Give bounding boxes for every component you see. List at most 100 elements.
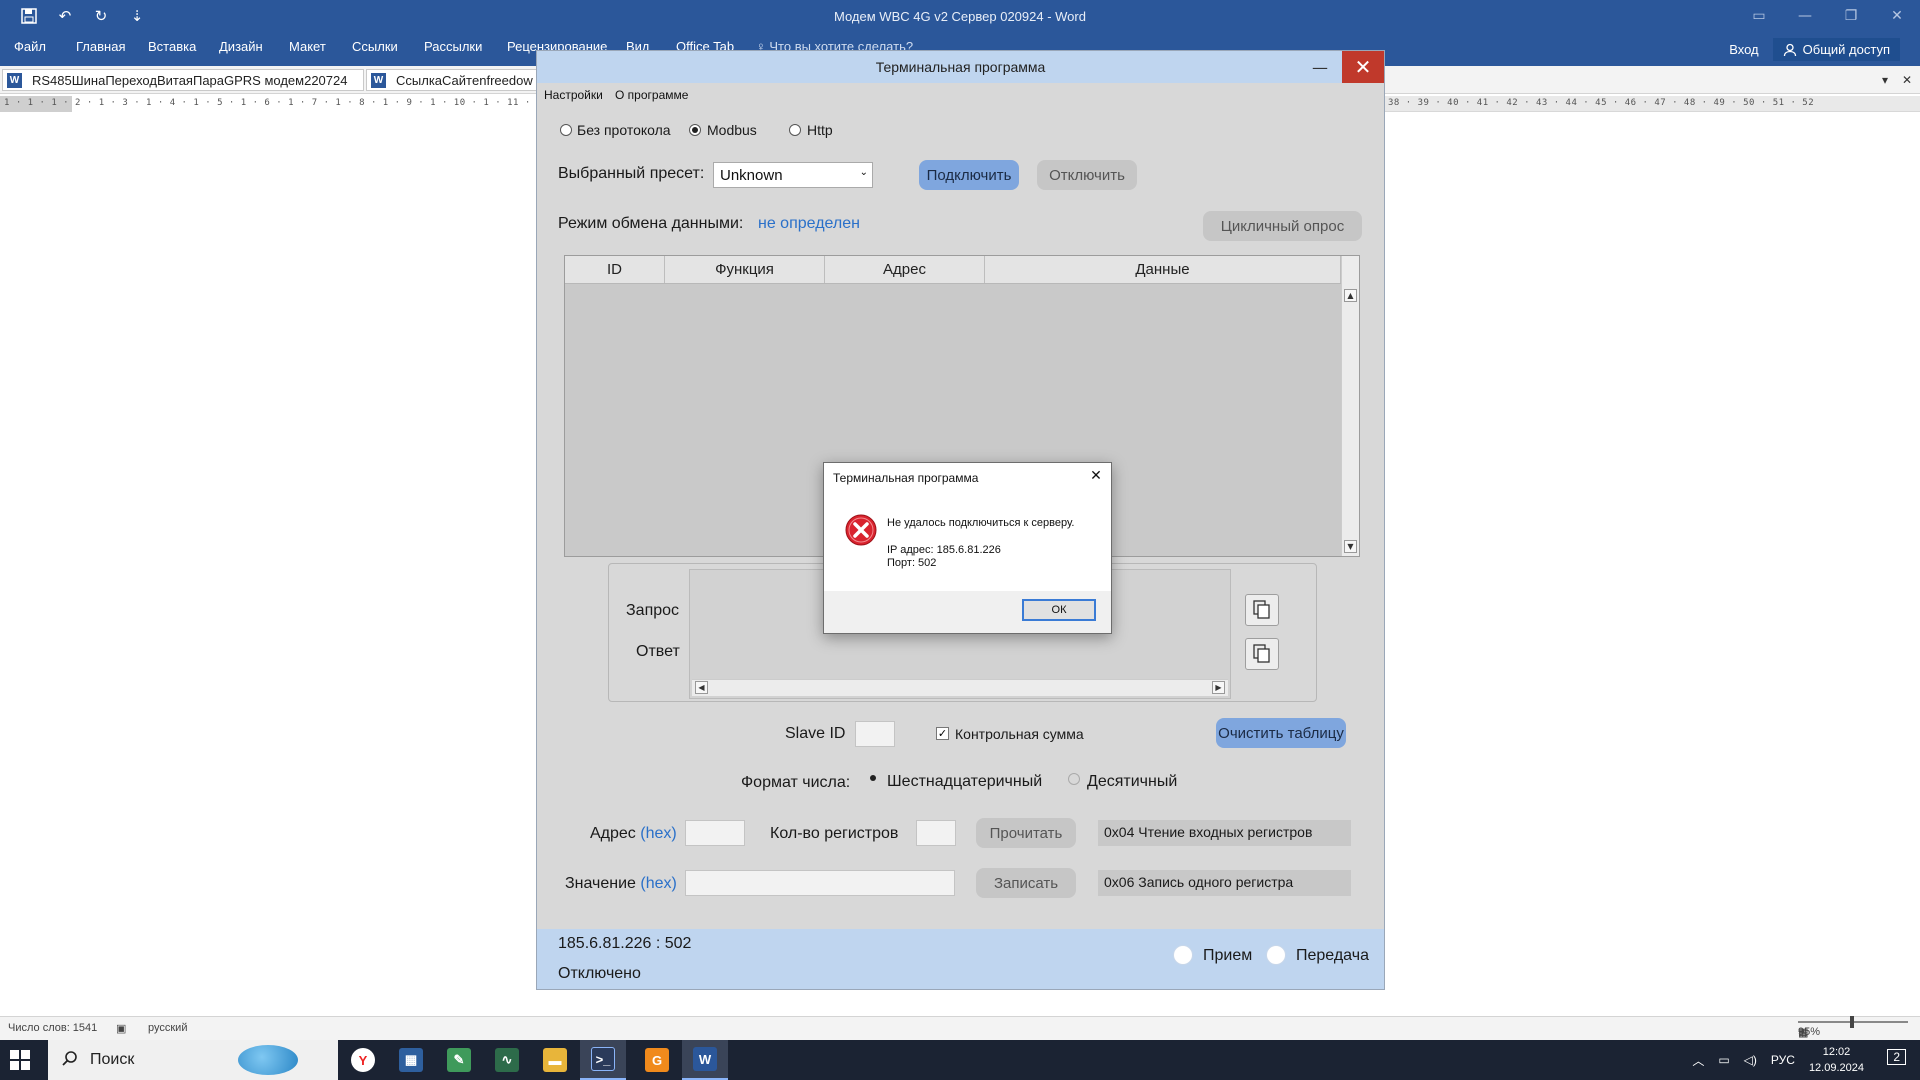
notification-count: 2 <box>1887 1049 1906 1065</box>
close-icon[interactable]: ✕ <box>1874 0 1920 32</box>
copy-request-button[interactable] <box>1245 594 1279 626</box>
radio-http[interactable] <box>789 124 801 136</box>
zoom-thumb[interactable] <box>1850 1016 1854 1028</box>
read-function-select[interactable]: 0x04 Чтение входных регистров <box>1098 820 1351 846</box>
register-count-input[interactable] <box>916 820 956 846</box>
keyboard-language[interactable]: РУС <box>1771 1053 1795 1067</box>
tx-indicator <box>1266 945 1286 965</box>
radio-no-protocol[interactable] <box>560 124 572 136</box>
scroll-right-icon[interactable]: ▶ <box>1212 681 1225 694</box>
radio-format-dec[interactable] <box>1068 773 1080 785</box>
yandex-icon: Y <box>351 1048 375 1072</box>
clear-table-button[interactable]: Очистить таблицу <box>1216 718 1346 748</box>
taskbar-notepad[interactable]: ✎ <box>436 1040 482 1080</box>
address-hex-tag: (hex) <box>640 825 677 842</box>
minimize-icon[interactable]: — <box>1782 0 1828 32</box>
taskbar-explorer[interactable]: ▬ <box>532 1040 578 1080</box>
taskbar-terminal-app[interactable]: >_ <box>580 1040 626 1080</box>
tab-references[interactable]: Ссылки <box>352 39 398 54</box>
network-icon[interactable]: ▭ <box>1718 1053 1729 1067</box>
tray-expand-icon[interactable]: ︿ <box>1692 1052 1704 1069</box>
scroll-left-icon[interactable]: ◀ <box>695 681 708 694</box>
doc-tab-2[interactable]: W СсылкаСайтenfreedow <box>366 69 538 91</box>
doc-tab-1[interactable]: W RS485ШинаПереходВитаяПараGPRS модем220… <box>2 69 364 91</box>
value-label: Значение (hex) <box>565 875 677 893</box>
address-input[interactable] <box>685 820 745 846</box>
app-minimize-icon[interactable]: — <box>1298 51 1342 83</box>
ok-button[interactable]: ОК <box>1022 599 1096 621</box>
table-vertical-scrollbar[interactable]: ▲ ▼ <box>1341 256 1359 556</box>
preset-value: Unknown <box>720 167 783 184</box>
horizontal-scrollbar[interactable]: ◀ ▶ <box>692 679 1228 696</box>
taskbar-yandex-browser[interactable]: Y <box>340 1040 386 1080</box>
column-address[interactable]: Адрес <box>825 256 985 283</box>
checksum-label: Контрольная сумма <box>955 726 1084 742</box>
search-highlight-image <box>238 1045 298 1075</box>
doc-tab-label: RS485ШинаПереходВитаяПараGPRS модем22072… <box>32 72 348 88</box>
dialog-close-icon[interactable]: ✕ <box>1087 467 1105 485</box>
preset-select[interactable]: Unknown ⌄ <box>713 162 873 188</box>
cyclic-poll-button[interactable]: Цикличный опрос <box>1203 211 1362 241</box>
windows-start-icon[interactable] <box>10 1050 30 1070</box>
clock[interactable]: 12:02 12.09.2024 <box>1809 1044 1864 1076</box>
tx-label: Передача <box>1296 947 1369 964</box>
scroll-up-icon[interactable]: ▲ <box>1344 289 1357 302</box>
write-button[interactable]: Записать <box>976 868 1076 898</box>
menu-about[interactable]: О программе <box>615 88 688 102</box>
format-dec-label: Десятичный <box>1087 773 1178 790</box>
checksum-checkbox[interactable]: ✓ <box>936 727 949 740</box>
read-button[interactable]: Прочитать <box>976 818 1076 848</box>
word-count[interactable]: Число слов: 1541 <box>8 1022 97 1034</box>
tab-mailings[interactable]: Рассылки <box>424 39 482 54</box>
word-statusbar: Число слов: 1541 ▣ русский ▤ ▦ ▥ − + 95% <box>0 1016 1920 1040</box>
app-title: Терминальная программа <box>875 59 1046 75</box>
tab-file[interactable]: Файл <box>14 39 46 54</box>
restore-icon[interactable]: ❐ <box>1828 0 1874 32</box>
write-function-select[interactable]: 0x06 Запись одного регистра <box>1098 870 1351 896</box>
endpoint-text: 185.6.81.226 : 502 <box>558 935 692 952</box>
tab-layout[interactable]: Макет <box>289 39 326 54</box>
address-label: Адрес (hex) <box>590 825 677 843</box>
taskbar-word[interactable]: W <box>682 1040 728 1080</box>
dialog-ip: IP адрес: 185.6.81.226 <box>887 544 1001 556</box>
scroll-down-icon[interactable]: ▼ <box>1344 540 1357 553</box>
tab-list-icon[interactable]: ▾ <box>1876 71 1894 89</box>
taskbar-task-manager[interactable]: ∿ <box>484 1040 530 1080</box>
zoom-slider[interactable] <box>1798 1016 1908 1028</box>
proofing-icon[interactable]: ▣ <box>116 1022 126 1035</box>
error-dialog: Терминальная программа ✕ Не удалось подк… <box>823 462 1112 634</box>
word-window-title: Модем WBC 4G v2 Сервер 020924 - Word <box>834 9 1086 24</box>
notepad-icon: ✎ <box>447 1048 471 1072</box>
column-id[interactable]: ID <box>565 256 665 283</box>
ribbon-options-icon[interactable]: ▭ <box>1736 0 1782 32</box>
copy-response-button[interactable] <box>1245 638 1279 670</box>
word-doc-icon: W <box>7 72 22 88</box>
slave-id-input[interactable] <box>855 721 895 747</box>
zoom-level[interactable]: 95% <box>1798 1026 1820 1038</box>
connect-button[interactable]: Подключить <box>919 160 1019 190</box>
volume-icon[interactable]: ◁) <box>1744 1053 1757 1067</box>
taskbar-calculator[interactable]: ▦ <box>388 1040 434 1080</box>
disconnect-button[interactable]: Отключить <box>1037 160 1137 190</box>
radio-format-hex[interactable] <box>868 773 880 785</box>
tab-insert[interactable]: Вставка <box>148 39 196 54</box>
language-indicator[interactable]: русский <box>148 1022 187 1034</box>
column-function[interactable]: Функция <box>665 256 825 283</box>
value-input[interactable] <box>685 870 955 896</box>
tab-design[interactable]: Дизайн <box>219 39 263 54</box>
close-tab-icon[interactable]: ✕ <box>1898 71 1916 89</box>
login-button[interactable]: Вход <box>1727 38 1760 61</box>
share-button[interactable]: Общий доступ <box>1772 38 1900 61</box>
tab-home[interactable]: Главная <box>76 39 125 54</box>
taskbar-orange-app[interactable]: G <box>634 1040 680 1080</box>
radio-modbus[interactable] <box>689 124 701 136</box>
clock-time: 12:02 <box>1822 1046 1851 1058</box>
menu-settings[interactable]: Настройки <box>544 88 603 102</box>
format-hex-label: Шестнадцатеричный <box>887 773 1043 790</box>
app-status-bar: 185.6.81.226 : 502 Отключено Прием Перед… <box>537 929 1384 989</box>
orange-app-icon: G <box>645 1048 669 1072</box>
notifications-icon[interactable]: 2 <box>1887 1049 1906 1065</box>
app-close-icon[interactable]: ✕ <box>1342 51 1384 83</box>
column-data[interactable]: Данные <box>985 256 1341 283</box>
taskbar-search[interactable]: Поиск <box>48 1040 338 1080</box>
